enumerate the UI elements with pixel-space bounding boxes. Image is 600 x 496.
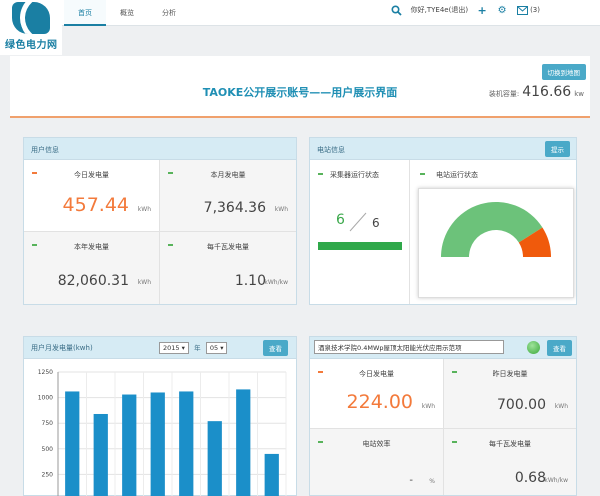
station-select[interactable]: 酒泉技术学院0.4MWp屋顶太阳能光伏应用示范项 [314,340,504,354]
site-logo[interactable]: 绿色电力网 [0,0,62,55]
station-per-kw-label: 每千瓦发电量 [489,440,531,448]
monthly-energy-panel: 用户月发电量(kwh) 2015 ▾ 年 05 ▾ 查看 250 500 750 10… [23,336,297,496]
station-efficiency-cell: 电站效率 - % [310,429,444,495]
station-detail-panel: 酒泉技术学院0.4MWp屋顶太阳能光伏应用示范项 查看 今日发电量 224.00… [309,336,577,496]
user-info-title: 用户信息 [24,138,296,160]
station-detail-header: 酒泉技术学院0.4MWp屋顶太阳能光伏应用示范项 查看 [310,337,576,359]
gauge-chart [441,202,551,257]
year-label: 年 [194,344,201,352]
station-per-kw-unit: kWh/kw [544,477,568,484]
user-greeting[interactable]: 你好,TYE4e(退出) [411,5,468,15]
switch-to-map-button[interactable]: 切换到地图 [541,64,586,80]
nav-overview[interactable]: 概览 [106,0,148,26]
bar [236,389,251,496]
station-yesterday-cell: 昨日发电量 700.00 kWh [444,359,576,429]
month-energy-cell: 本月发电量 7,364.36 kWh [160,160,296,232]
y-tick-label: 250 [42,471,54,478]
station-yesterday-value: 700.00 [497,397,546,413]
station-status-label: 电站运行状态 [436,171,478,179]
year-energy-unit: kWh [137,279,151,286]
year-energy-value: 82,060.31 [57,273,129,289]
monthly-energy-chart: 250 500 750 1000 1250 [38,369,287,496]
station-info-header: 电站信息 提示 [310,138,576,160]
monthly-energy-title: 用户月发电量(kwh) [31,344,93,352]
bar [179,391,194,496]
month-select[interactable]: 05 ▾ [205,342,228,354]
bar [150,392,165,496]
station-per-kw-value: 0.68 [514,470,546,486]
nav-analysis[interactable]: 分析 [148,0,190,26]
per-kw-energy-cell: 每千瓦发电量 1.10 kWh/kw [160,232,296,304]
message-icon[interactable] [516,4,528,16]
per-kw-energy-label: 每千瓦发电量 [207,243,249,251]
page-banner: 切换到地图 TAOKE公开展示账号——用户展示界面 装机容量: 416.66 kw [10,56,590,118]
per-kw-energy-unit: kWh/kw [264,279,288,286]
main-nav: 首页 概览 分析 [64,0,190,26]
message-count[interactable]: (3) [530,6,540,14]
user-info-panel: 用户信息 今日发电量 457.44 kWh 本月发电量 7,364.36 kWh… [23,137,297,305]
logo-icon [12,2,50,34]
station-info-title: 电站信息 [317,146,345,154]
today-energy-cell: 今日发电量 457.44 kWh [24,160,160,232]
station-status-gauge [418,188,574,298]
station-efficiency-label: 电站效率 [362,440,391,448]
station-today-unit: kWh [421,403,435,410]
monthly-energy-header: 用户月发电量(kwh) 2015 ▾ 年 05 ▾ 查看 [24,337,296,359]
station-yesterday-label: 昨日发电量 [492,370,528,378]
y-tick-label: 1250 [38,369,53,376]
collector-status: 采集器运行状态 6 6 [310,160,410,304]
station-today-value: 224.00 [346,391,413,413]
capacity-unit: kw [574,90,584,98]
y-tick-label: 1000 [38,395,53,402]
month-energy-unit: kWh [274,206,288,213]
capacity-label: 装机容量: [488,90,520,98]
capacity-value: 416.66 [522,84,572,100]
station-info-panel: 电站信息 提示 采集器运行状态 6 6 电站运行状态 [309,137,577,305]
station-online-indicator [527,341,540,354]
today-energy-unit: kWh [137,206,151,213]
bar [207,421,222,496]
gear-icon[interactable]: ⚙ [496,4,508,16]
y-tick-label: 500 [42,446,54,453]
year-energy-label: 本年发电量 [74,243,109,251]
alarm-button[interactable]: 提示 [545,141,570,157]
bar [93,413,108,496]
collector-status-label: 采集器运行状态 [330,171,379,179]
slash-divider [349,212,367,232]
nav-home[interactable]: 首页 [64,0,106,26]
logo-text: 绿色电力网 [5,40,58,51]
collector-total-count: 6 [372,216,380,230]
add-icon[interactable]: + [476,4,488,17]
collector-online-count: 6 [336,212,345,228]
today-energy-value: 457.44 [62,194,129,216]
station-query-button[interactable]: 查看 [547,340,572,356]
station-efficiency-unit: % [429,478,435,485]
year-energy-cell: 本年发电量 82,060.31 kWh [24,232,160,304]
header-tools: 你好,TYE4e(退出) + ⚙ (3) [391,4,540,17]
station-efficiency-value: - [409,475,413,486]
installed-capacity: 装机容量: 416.66 kw [489,84,584,100]
bar [264,453,279,496]
per-kw-energy-value: 1.10 [234,273,266,289]
month-energy-label: 本月发电量 [210,171,246,179]
month-energy-value: 7,364.36 [203,200,266,216]
station-today-cell: 今日发电量 224.00 kWh [310,359,444,429]
bar [65,391,80,496]
year-select[interactable]: 2015 ▾ [159,342,189,354]
station-yesterday-unit: kWh [554,403,568,410]
station-per-kw-cell: 每千瓦发电量 0.68 kWh/kw [444,429,576,495]
collector-progress-bar [318,242,402,250]
station-today-label: 今日发电量 [359,370,394,378]
monthly-query-button[interactable]: 查看 [263,340,288,356]
today-energy-label: 今日发电量 [74,171,109,179]
y-tick-label: 750 [42,420,54,427]
bar [122,394,137,496]
search-icon[interactable] [391,4,403,16]
top-bar: 首页 概览 分析 你好,TYE4e(退出) + ⚙ (3) [0,0,600,26]
